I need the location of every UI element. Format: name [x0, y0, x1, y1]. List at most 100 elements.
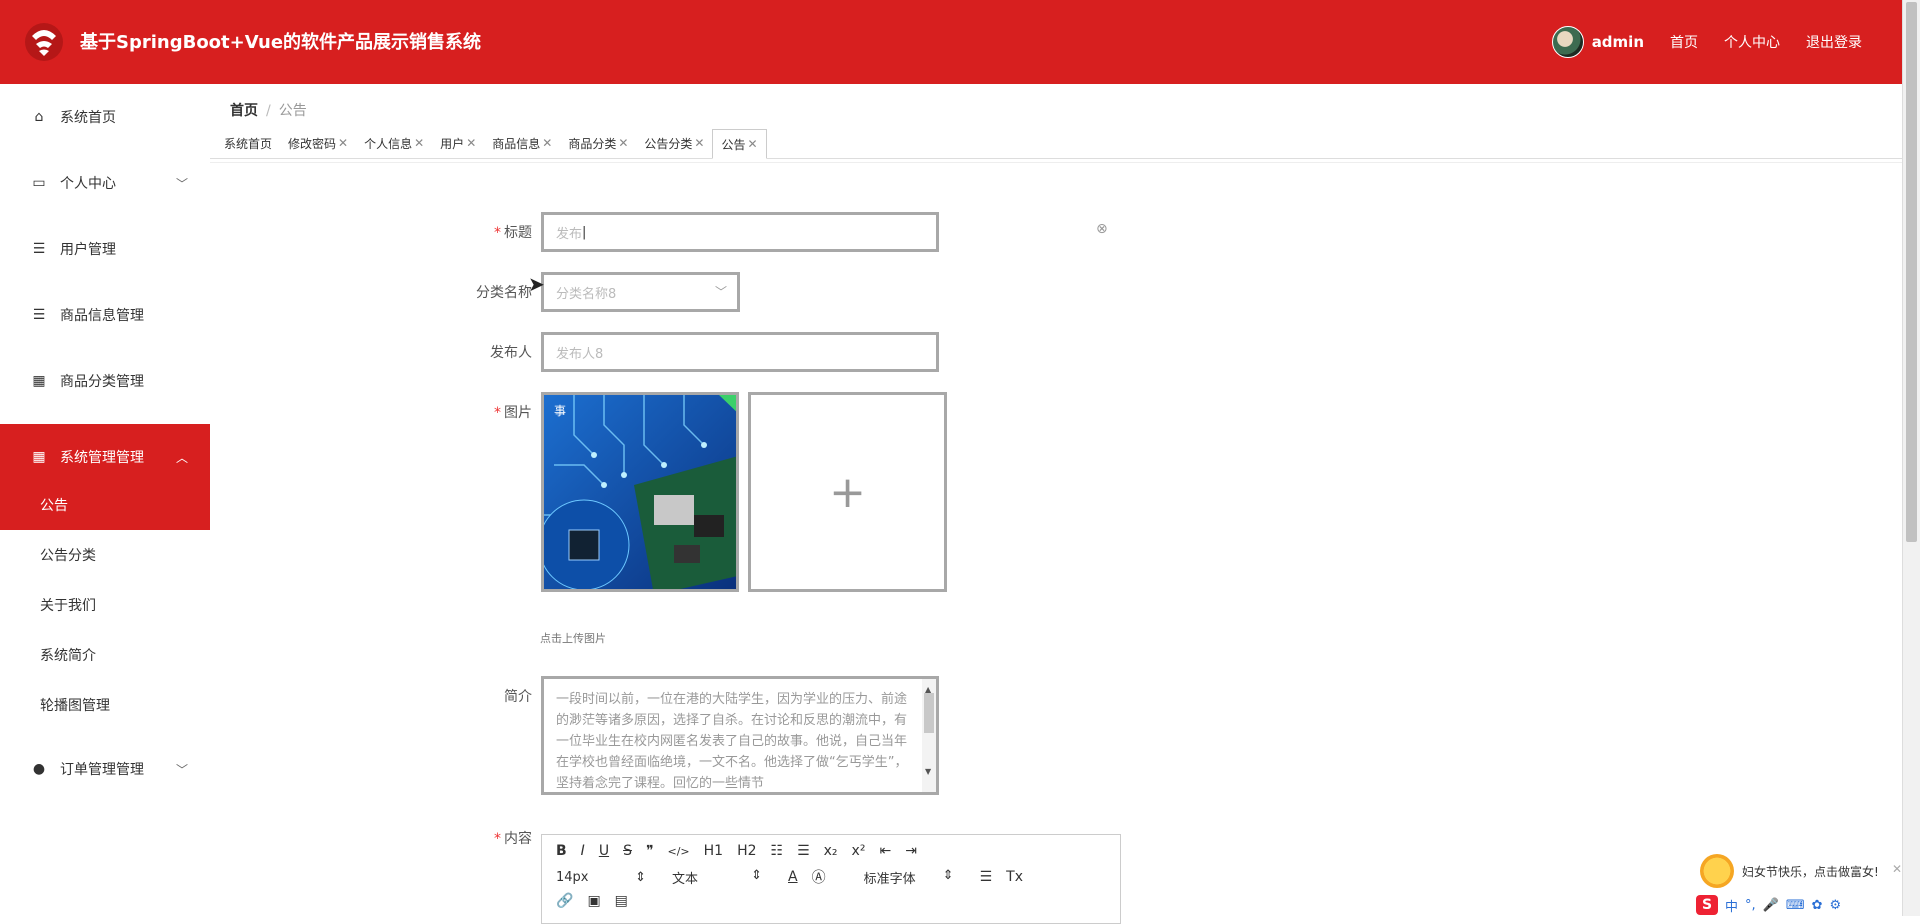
font-color-icon[interactable]: A: [788, 869, 798, 885]
ime-toolbar[interactable]: S 中 °, 🎤 ⌨ ✿ ⚙: [1696, 894, 1902, 916]
bulb-icon: ●: [32, 761, 46, 777]
link-icon[interactable]: 🔗: [556, 893, 573, 909]
mouse-cursor-icon: ➤: [528, 272, 545, 296]
quote-button[interactable]: ❞: [646, 843, 654, 859]
font-size-select[interactable]: 14px ⇕: [556, 870, 646, 885]
rich-text-editor[interactable]: B I U S ❞ </> H1 H2 ☷ ☰ x₂ x² ⇤ ⇥ 14px ⇕ …: [541, 834, 1121, 924]
tab-password[interactable]: 修改密码 ✕: [280, 128, 356, 158]
intro-text: 一段时间以前，一位在港的大陆学生，因为学业的压力、前途的渺茫等诸多原因，选择了自…: [556, 692, 908, 791]
uploaded-image[interactable]: 事: [541, 392, 739, 592]
block-type-select[interactable]: 文本 ⇕: [672, 868, 762, 887]
upload-add-button[interactable]: +: [748, 392, 947, 592]
ordered-list-icon[interactable]: ☷: [771, 843, 784, 859]
image-icon[interactable]: ▣: [587, 893, 600, 909]
breadcrumb: 首页 / 公告: [230, 103, 307, 119]
sidebar-item-home[interactable]: ⌂ 系统首页: [0, 84, 210, 150]
tab-users[interactable]: 用户 ✕: [432, 128, 484, 158]
breadcrumb-home[interactable]: 首页: [230, 103, 258, 119]
scrollbar-thumb[interactable]: [1906, 2, 1917, 542]
strike-button[interactable]: S: [623, 843, 632, 859]
clear-format-icon[interactable]: Tx: [1006, 869, 1023, 885]
sidebar-item-label: 系统管理管理: [60, 450, 144, 466]
font-family-select[interactable]: 标准字体 ⇕: [864, 868, 954, 887]
close-icon[interactable]: ✕: [1892, 862, 1902, 876]
sidebar-subitem-notice-category[interactable]: 公告分类: [0, 530, 210, 580]
list-icon: ☰: [32, 307, 46, 323]
intro-textarea[interactable]: 一段时间以前，一位在港的大陆学生，因为学业的压力、前途的渺茫等诸多原因，选择了自…: [541, 676, 939, 795]
close-icon[interactable]: ✕: [466, 136, 476, 150]
promo-banner[interactable]: 妇女节快乐，点击做富女! ✕: [1700, 846, 1902, 896]
sidebar-item-users[interactable]: ☰ 用户管理: [0, 216, 210, 282]
h2-button[interactable]: H2: [737, 843, 756, 859]
punctuation-icon[interactable]: °,: [1745, 898, 1756, 913]
close-icon[interactable]: ✕: [748, 137, 758, 151]
subscript-button[interactable]: x₂: [824, 843, 838, 859]
sidebar-item-profile[interactable]: ▭ 个人中心 ﹀: [0, 150, 210, 216]
indent-icon[interactable]: ⇥: [905, 843, 917, 859]
chevron-down-icon: ﹀: [714, 285, 727, 299]
underline-button[interactable]: U: [599, 843, 609, 859]
circuit-board-image: 事: [544, 395, 736, 589]
list-icon: ☰: [32, 241, 46, 257]
clear-icon[interactable]: ⊗: [1096, 221, 1112, 237]
sidebar-subitem-carousel[interactable]: 轮播图管理: [0, 680, 210, 730]
keyboard-icon[interactable]: ⌨: [1786, 898, 1805, 913]
sidebar-item-categories[interactable]: ▦ 商品分类管理: [0, 348, 210, 414]
close-icon[interactable]: ✕: [414, 136, 424, 150]
superscript-button[interactable]: x²: [852, 843, 866, 859]
avatar[interactable]: [1551, 26, 1584, 58]
tab-label: 公告分类: [644, 136, 693, 151]
header-profile-link[interactable]: 个人中心: [1724, 32, 1780, 52]
mic-icon[interactable]: 🎤: [1763, 898, 1779, 913]
settings-icon[interactable]: ⚙: [1830, 898, 1842, 913]
outdent-icon[interactable]: ⇤: [879, 843, 891, 859]
tab-products[interactable]: 商品信息 ✕: [484, 128, 560, 158]
tab-notice-categories[interactable]: 公告分类 ✕: [636, 128, 712, 158]
textarea-scrollbar[interactable]: ▲ ▼: [922, 679, 936, 792]
h1-button[interactable]: H1: [704, 843, 723, 859]
header-logout-link[interactable]: 退出登录: [1806, 32, 1862, 52]
tab-label: 个人信息: [364, 136, 413, 151]
close-icon[interactable]: ✕: [618, 136, 628, 150]
ime-mode[interactable]: 中: [1725, 896, 1738, 915]
scrollbar-thumb[interactable]: [924, 693, 934, 733]
upload-tip: 点击上传图片: [540, 632, 606, 645]
app-title: 基于SpringBoot+Vue的软件产品展示销售系统: [80, 32, 482, 53]
close-icon[interactable]: ✕: [694, 136, 704, 150]
bold-button[interactable]: B: [556, 843, 567, 859]
sidebar-item-orders[interactable]: ● 订单管理管理 ﹀: [0, 736, 210, 802]
skin-icon[interactable]: ✿: [1812, 898, 1823, 913]
divider: [210, 162, 1902, 163]
plus-icon: +: [829, 466, 866, 518]
publisher-input[interactable]: 发布人8: [541, 332, 939, 372]
sidebar-subitem-about[interactable]: 关于我们: [0, 580, 210, 630]
grid-icon: ▦: [32, 373, 46, 389]
title-input[interactable]: 发布 |: [541, 212, 939, 252]
header-home-link[interactable]: 首页: [1670, 32, 1698, 52]
video-icon[interactable]: ▤: [615, 893, 628, 909]
sidebar-item-products[interactable]: ☰ 商品信息管理: [0, 282, 210, 348]
card-icon: ▭: [32, 175, 46, 191]
tab-personal-info[interactable]: 个人信息 ✕: [356, 128, 432, 158]
code-button[interactable]: </>: [668, 845, 690, 858]
sidebar-item-label: 商品信息管理: [60, 308, 144, 324]
ime-logo-icon: S: [1696, 895, 1718, 915]
image-label: * 图片: [494, 405, 532, 421]
tab-categories[interactable]: 商品分类 ✕: [560, 128, 636, 158]
content-label: * 内容: [494, 831, 532, 847]
tab-label: 系统首页: [224, 136, 273, 151]
italic-button[interactable]: I: [581, 843, 585, 859]
align-icon[interactable]: ☰: [980, 869, 993, 885]
category-select[interactable]: 分类名称8 ﹀: [541, 272, 740, 312]
background-color-icon[interactable]: Ⓐ: [812, 867, 826, 887]
page-scrollbar[interactable]: [1902, 0, 1920, 916]
tab-home[interactable]: 系统首页: [216, 128, 280, 158]
tab-notice[interactable]: 公告 ✕: [712, 129, 767, 159]
app-logo-icon: [25, 23, 63, 61]
close-icon[interactable]: ✕: [542, 136, 552, 150]
close-icon[interactable]: ✕: [338, 136, 348, 150]
arrow-down-icon[interactable]: ▼: [925, 761, 931, 782]
bullet-list-icon[interactable]: ☰: [797, 843, 810, 859]
sidebar-subitem-notice[interactable]: 公告: [0, 480, 210, 530]
sidebar-subitem-intro[interactable]: 系统简介: [0, 630, 210, 680]
